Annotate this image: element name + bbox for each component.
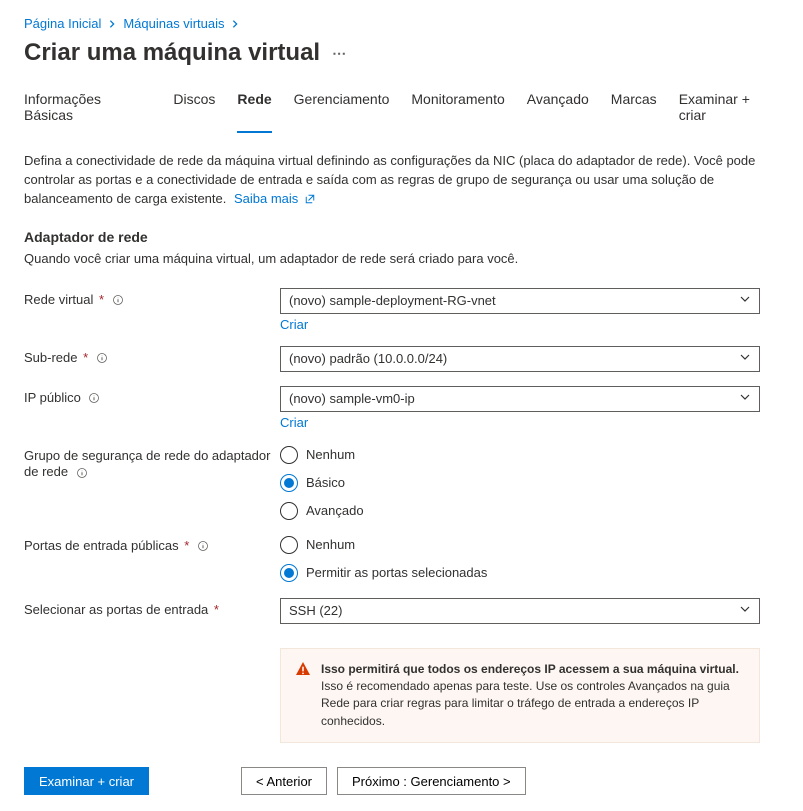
nsg-none-label: Nenhum (306, 447, 355, 462)
next-button[interactable]: Próximo : Gerenciamento > (337, 767, 526, 795)
select-ports-label-text: Selecionar as portas de entrada (24, 602, 208, 617)
subnet-dropdown[interactable]: (novo) padrão (10.0.0.0/24) (280, 346, 760, 372)
tabs: Informações Básicas Discos Rede Gerencia… (24, 91, 779, 134)
more-actions-icon[interactable]: ⋯ (332, 45, 348, 62)
public-ip-create-link[interactable]: Criar (280, 415, 308, 430)
field-select-ports: Selecionar as portas de entrada * SSH (2… (24, 598, 779, 624)
field-nsg: Grupo de segurança de rede do adaptador … (24, 444, 779, 520)
subnet-label: Sub-rede * (24, 346, 280, 367)
inbound-ports-radio-group: Nenhum Permitir as portas selecionadas (280, 534, 760, 582)
tab-advanced[interactable]: Avançado (527, 91, 589, 133)
subnet-label-text: Sub-rede (24, 350, 77, 365)
inbound-option-allow[interactable]: Permitir as portas selecionadas (280, 564, 760, 582)
info-icon[interactable] (197, 540, 209, 552)
nsg-option-advanced[interactable]: Avançado (280, 502, 760, 520)
nsg-label: Grupo de segurança de rede do adaptador … (24, 444, 280, 482)
select-ports-dropdown[interactable]: SSH (22) (280, 598, 760, 624)
select-ports-label: Selecionar as portas de entrada * (24, 598, 280, 619)
section-title: Adaptador de rede (24, 229, 779, 245)
inbound-ports-label-text: Portas de entrada públicas (24, 538, 179, 553)
vnet-label: Rede virtual * (24, 288, 280, 309)
public-ip-label-text: IP público (24, 390, 81, 405)
field-public-ip: IP público (novo) sample-vm0-ip Criar (24, 386, 779, 430)
field-warning: Isso permitirá que todos os endereços IP… (24, 640, 779, 744)
breadcrumb: Página Inicial Máquinas virtuais (24, 16, 779, 31)
radio-icon (280, 536, 298, 554)
inbound-option-none[interactable]: Nenhum (280, 536, 760, 554)
radio-icon (280, 446, 298, 464)
chevron-down-icon (739, 391, 751, 406)
tab-review[interactable]: Examinar + criar (679, 91, 779, 133)
field-inbound-ports: Portas de entrada públicas * Nenhum Perm… (24, 534, 779, 582)
tab-management[interactable]: Gerenciamento (294, 91, 390, 133)
field-vnet: Rede virtual * (novo) sample-deployment-… (24, 288, 779, 332)
page-title-text: Criar uma máquina virtual (24, 39, 320, 67)
required-indicator: * (99, 292, 104, 307)
tab-description: Defina a conectividade de rede da máquin… (24, 152, 764, 209)
inbound-ports-label: Portas de entrada públicas * (24, 534, 280, 555)
select-ports-value: SSH (22) (289, 603, 342, 618)
nsg-radio-group: Nenhum Básico Avançado (280, 444, 760, 520)
info-icon[interactable] (96, 352, 108, 364)
warning-body: Isso é recomendado apenas para teste. Us… (321, 679, 730, 728)
chevron-right-icon (107, 19, 117, 29)
tab-monitoring[interactable]: Monitoramento (411, 91, 504, 133)
chevron-right-icon (230, 19, 240, 29)
description-text: Defina a conectividade de rede da máquin… (24, 153, 755, 206)
radio-icon (280, 564, 298, 582)
breadcrumb-vms[interactable]: Máquinas virtuais (123, 16, 224, 31)
radio-icon (280, 474, 298, 492)
breadcrumb-home[interactable]: Página Inicial (24, 16, 101, 31)
footer-buttons: Examinar + criar < Anterior Próximo : Ge… (24, 767, 779, 795)
required-indicator: * (83, 350, 88, 365)
nsg-advanced-label: Avançado (306, 503, 364, 518)
public-ip-label: IP público (24, 386, 280, 407)
public-ip-dropdown[interactable]: (novo) sample-vm0-ip (280, 386, 760, 412)
vnet-dropdown[interactable]: (novo) sample-deployment-RG-vnet (280, 288, 760, 314)
section-subtext: Quando você criar uma máquina virtual, u… (24, 251, 779, 266)
required-indicator: * (184, 538, 189, 553)
external-link-icon (304, 193, 316, 205)
vnet-value: (novo) sample-deployment-RG-vnet (289, 293, 496, 308)
review-create-button[interactable]: Examinar + criar (24, 767, 149, 795)
warning-text: Isso permitirá que todos os endereços IP… (321, 661, 745, 731)
previous-button[interactable]: < Anterior (241, 767, 327, 795)
nsg-option-none[interactable]: Nenhum (280, 446, 760, 464)
warning-message: Isso permitirá que todos os endereços IP… (280, 648, 760, 744)
learn-more-text: Saiba mais (234, 191, 298, 206)
info-icon[interactable] (112, 294, 124, 306)
vnet-label-text: Rede virtual (24, 292, 93, 307)
required-indicator: * (214, 602, 219, 617)
nsg-option-basic[interactable]: Básico (280, 474, 760, 492)
subnet-value: (novo) padrão (10.0.0.0/24) (289, 351, 447, 366)
vnet-create-link[interactable]: Criar (280, 317, 308, 332)
inbound-allow-label: Permitir as portas selecionadas (306, 565, 487, 580)
learn-more-link[interactable]: Saiba mais (234, 191, 316, 206)
chevron-down-icon (739, 293, 751, 308)
info-icon[interactable] (88, 392, 100, 404)
nsg-basic-label: Básico (306, 475, 345, 490)
inbound-none-label: Nenhum (306, 537, 355, 552)
tab-tags[interactable]: Marcas (611, 91, 657, 133)
chevron-down-icon (739, 603, 751, 618)
tab-basics[interactable]: Informações Básicas (24, 91, 151, 133)
tab-disks[interactable]: Discos (173, 91, 215, 133)
chevron-down-icon (739, 351, 751, 366)
public-ip-value: (novo) sample-vm0-ip (289, 391, 415, 406)
warning-bold: Isso permitirá que todos os endereços IP… (321, 662, 739, 676)
radio-icon (280, 502, 298, 520)
nsg-label-text: Grupo de segurança de rede do adaptador … (24, 448, 270, 480)
page-title: Criar uma máquina virtual ⋯ (24, 39, 779, 67)
warning-icon (295, 661, 311, 731)
tab-network[interactable]: Rede (237, 91, 271, 133)
field-subnet: Sub-rede * (novo) padrão (10.0.0.0/24) (24, 346, 779, 372)
info-icon[interactable] (76, 467, 88, 479)
